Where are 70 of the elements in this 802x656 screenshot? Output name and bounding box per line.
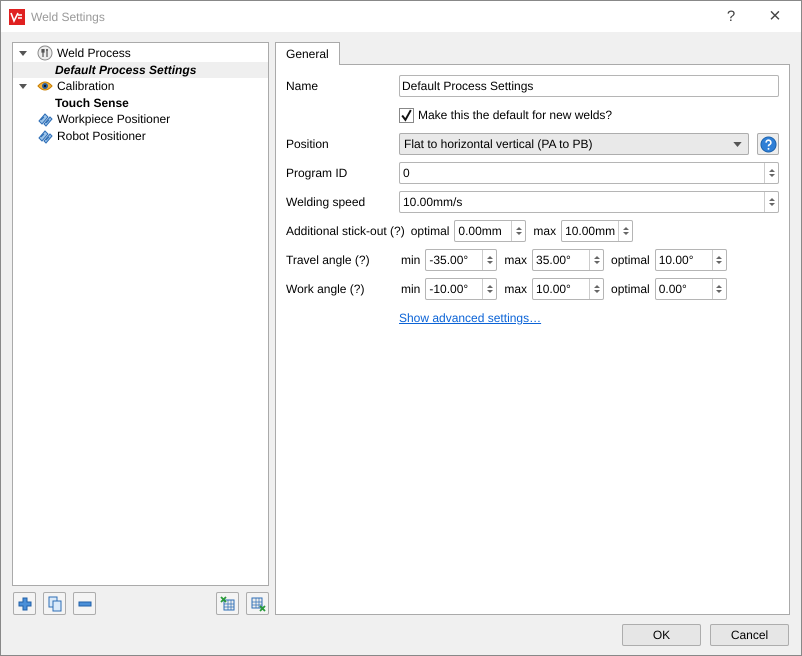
add-button[interactable]	[13, 592, 36, 615]
spin-prefix: optimal	[611, 253, 650, 267]
table-import-icon	[220, 596, 236, 612]
position-dropdown[interactable]: Flat to horizontal vertical (PA to PB)	[399, 133, 749, 155]
spin-arrows-icon[interactable]	[486, 283, 494, 295]
tab[interactable]: General	[275, 42, 340, 65]
spin-prefix: min	[401, 253, 420, 267]
remove-button[interactable]	[73, 592, 96, 615]
spin-prefix: max	[504, 282, 528, 296]
tree-item[interactable]: Default Process Settings	[13, 62, 268, 78]
plus-icon	[16, 596, 32, 612]
spin-box[interactable]: 0.00°	[654, 278, 727, 300]
export-button[interactable]	[246, 592, 269, 615]
spin-prefix: max	[533, 224, 556, 238]
advanced-settings-link[interactable]: Show advanced settings…	[399, 311, 542, 325]
spin-arrows-icon[interactable]	[486, 254, 494, 266]
import-button[interactable]	[216, 592, 239, 615]
positioner-icon	[37, 111, 53, 128]
field-label: Name	[286, 79, 320, 93]
tree-item[interactable]: Workpiece Positioner	[13, 111, 268, 128]
window-title: Weld Settings	[31, 10, 105, 24]
default-checkbox[interactable]: Make this the default for new welds?	[399, 105, 612, 125]
spin-arrows-icon[interactable]	[514, 225, 523, 237]
spin-box[interactable]: 10.00mm	[561, 220, 634, 242]
field-label: Travel angle (?)	[286, 253, 371, 267]
spin-box[interactable]: 10.00°	[532, 278, 604, 300]
spin-box[interactable]: 10.00mm/s	[399, 191, 779, 213]
field-label: Welding speed	[286, 195, 366, 209]
tools-icon	[37, 45, 53, 62]
help-button[interactable]: ?	[709, 2, 753, 32]
spin-arrows-icon[interactable]	[715, 254, 724, 266]
spin-arrows-icon[interactable]	[768, 167, 776, 179]
spin-arrows-icon[interactable]	[715, 283, 724, 295]
spin-box[interactable]: 10.00°	[654, 249, 727, 271]
spin-arrows-icon[interactable]	[768, 196, 776, 208]
field-label: Program ID	[286, 166, 348, 180]
copy-button[interactable]	[43, 592, 66, 615]
spin-box[interactable]: 35.00°	[532, 249, 604, 271]
tree-item[interactable]: Robot Positioner	[13, 128, 268, 144]
field-label: Work angle (?)	[286, 282, 366, 296]
tree-item[interactable]: Weld Process	[13, 45, 268, 62]
field-label: Additional stick-out (?)	[286, 224, 406, 238]
spin-box[interactable]: -35.00°	[425, 249, 498, 271]
app-logo-icon	[9, 8, 25, 24]
spin-box[interactable]: 0.00mm	[454, 220, 526, 242]
copy-icon	[46, 596, 62, 612]
expand-arrow-icon[interactable]	[19, 49, 27, 58]
spin-prefix: optimal	[410, 224, 450, 238]
table-export-icon	[250, 596, 266, 612]
tree-item[interactable]: Touch Sense	[13, 94, 268, 111]
question-icon	[760, 136, 776, 152]
spin-prefix: optimal	[611, 282, 650, 296]
spin-arrows-icon[interactable]	[592, 283, 601, 295]
field-label: Position	[286, 137, 330, 151]
spin-box[interactable]: 0	[399, 162, 779, 184]
close-button[interactable]: ×	[753, 2, 797, 32]
name-field[interactable]: Default Process Settings	[399, 75, 779, 97]
checkmark-icon	[400, 108, 413, 122]
spin-prefix: min	[401, 282, 420, 296]
positioner-icon	[37, 128, 53, 144]
expand-arrow-icon[interactable]	[19, 82, 27, 90]
spin-arrows-icon[interactable]	[592, 254, 601, 266]
dialog-button[interactable]: OK	[622, 624, 701, 646]
spin-box[interactable]: -10.00°	[425, 278, 498, 300]
dialog-button[interactable]: Cancel	[710, 624, 789, 646]
help-button[interactable]	[757, 133, 779, 155]
dropdown-arrow-icon	[733, 142, 742, 146]
tree-item[interactable]: Calibration	[13, 78, 268, 94]
spin-prefix: max	[504, 253, 528, 267]
spin-arrows-icon[interactable]	[622, 225, 630, 237]
